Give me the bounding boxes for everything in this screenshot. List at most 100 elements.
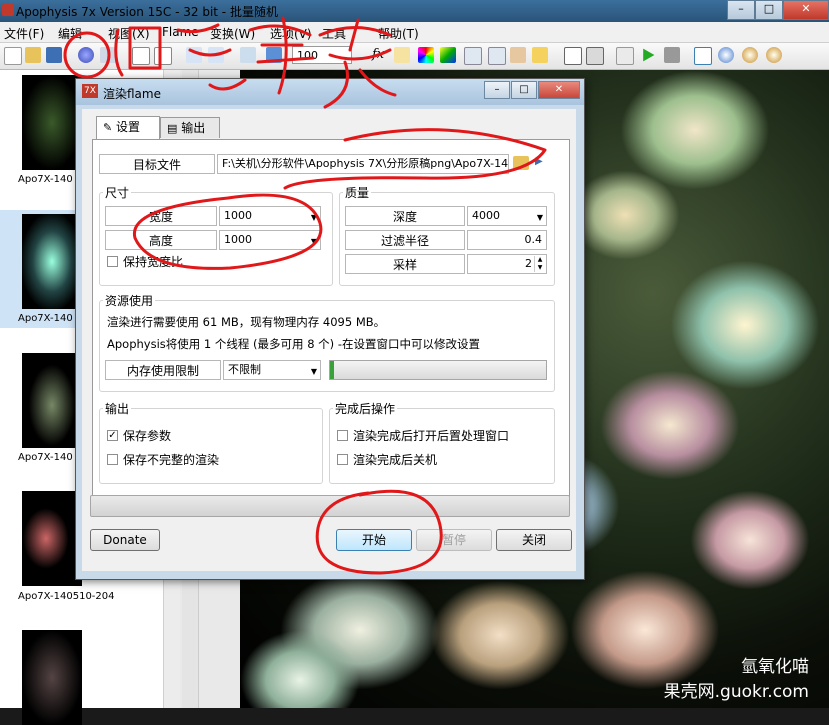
render-progress-bar xyxy=(90,495,570,517)
thumbnail-5[interactable] xyxy=(22,630,82,725)
fx-icon[interactable]: fx xyxy=(372,47,384,62)
height-combo[interactable]: 1000 ▼ xyxy=(219,230,321,250)
frame-icon[interactable] xyxy=(586,47,604,65)
minimize-button[interactable]: – xyxy=(727,0,755,20)
palette-icon[interactable] xyxy=(418,47,434,63)
settings-tab-icon: ✎ xyxy=(103,121,113,134)
chevron-down-icon: ▼ xyxy=(310,367,317,376)
memory-limit-value: 不限制 xyxy=(228,363,261,376)
zoom-field[interactable]: 100 xyxy=(292,46,352,64)
save-incomplete-checkbox[interactable] xyxy=(107,454,118,465)
main-titlebar: Apophysis 7x Version 15C - 32 bit - 批量随机… xyxy=(0,0,829,22)
edit-icon[interactable] xyxy=(394,47,410,63)
keep-ratio-checkbox[interactable] xyxy=(107,256,118,267)
fullscreen-icon[interactable] xyxy=(132,47,150,65)
center-icon[interactable] xyxy=(564,47,582,65)
app-icon xyxy=(2,4,14,16)
render-gear-icon[interactable] xyxy=(78,47,94,63)
menu-flame[interactable]: Flame xyxy=(162,25,199,39)
arrow-right-icon[interactable]: ▶ xyxy=(535,156,543,167)
pause-button[interactable]: 暂停 xyxy=(416,529,492,551)
filter-radius-input[interactable]: 0.4 xyxy=(467,230,547,250)
undo-icon[interactable] xyxy=(186,47,202,63)
dialog-controls: – □ ✕ xyxy=(483,81,580,99)
thumbnail-label: Apo7X-140 xyxy=(18,313,73,324)
browse-folder-icon[interactable] xyxy=(513,156,529,170)
memory-usage-bar xyxy=(329,360,547,380)
thumbnail-label: Apo7X-140510-204 xyxy=(18,591,115,602)
shutdown-checkbox[interactable] xyxy=(337,454,348,465)
start-button[interactable]: 开始 xyxy=(336,529,412,551)
maximize-button[interactable]: □ xyxy=(755,0,783,20)
menu-edit[interactable]: 编辑 xyxy=(58,25,82,42)
samples-input[interactable]: 2 ▲ ▼ xyxy=(467,254,547,274)
messages-icon[interactable] xyxy=(616,47,634,65)
thumbnail-3[interactable] xyxy=(22,353,82,448)
flower-shape xyxy=(690,490,810,590)
flower-shape xyxy=(600,370,740,480)
new-file-icon[interactable] xyxy=(4,47,22,65)
menu-options[interactable]: 选项(V) xyxy=(270,25,312,42)
shutdown-label: 渲染完成后关机 xyxy=(353,453,438,467)
save-params-checkbox[interactable]: ✓ xyxy=(107,430,118,441)
render-dialog: 7X 渲染flame – □ ✕ ✎ 设置 ▤ 输出 目标文件 F:\关机\分形… xyxy=(75,78,585,580)
dialog-minimize-button[interactable]: – xyxy=(484,81,510,99)
flower-shape xyxy=(670,260,820,390)
flower-shape xyxy=(570,570,720,690)
depth-combo[interactable]: 4000 ▼ xyxy=(467,206,547,226)
thumbnail-label: Apo7X-140 xyxy=(18,174,73,185)
tile-icon[interactable] xyxy=(488,47,506,65)
dialog-icon: 7X xyxy=(82,84,98,98)
samples-label: 采样 xyxy=(345,254,465,274)
watermark-author: 氫氧化喵 xyxy=(741,657,809,677)
rotate-icon[interactable] xyxy=(718,47,734,63)
play-icon[interactable] xyxy=(643,48,655,62)
dialog-close-button[interactable]: ✕ xyxy=(538,81,580,99)
menu-tools[interactable]: 工具 xyxy=(322,25,346,42)
redo-icon[interactable] xyxy=(208,47,224,63)
save-icon[interactable] xyxy=(46,47,62,63)
zoom-in-icon[interactable] xyxy=(742,47,758,63)
plugin-icon[interactable] xyxy=(532,47,548,63)
stop-icon[interactable] xyxy=(664,47,680,63)
adjust-icon[interactable] xyxy=(266,47,282,63)
zoom-out-icon[interactable] xyxy=(766,47,782,63)
editor-icon[interactable] xyxy=(240,47,256,63)
width-combo[interactable]: 1000 ▼ xyxy=(219,206,321,226)
thumbnail-2[interactable] xyxy=(22,214,82,309)
menu-file[interactable]: 文件(F) xyxy=(4,25,44,42)
open-postprocess-checkbox[interactable] xyxy=(337,430,348,441)
window-controls: – □ ✕ xyxy=(727,0,829,20)
after-render-group xyxy=(329,408,555,484)
menu-transform[interactable]: 变换(W) xyxy=(210,25,255,42)
dialog-maximize-button[interactable]: □ xyxy=(511,81,537,99)
memory-limit-combo[interactable]: 不限制 ▼ xyxy=(223,360,321,380)
watermark-site: 果壳网.guokr.com xyxy=(663,682,809,702)
menu-help[interactable]: 帮助(T) xyxy=(378,25,419,42)
depth-label: 深度 xyxy=(345,206,465,226)
thumbnail-label: Apo7X-140 xyxy=(18,452,73,463)
script-icon[interactable] xyxy=(510,47,526,63)
tab-output[interactable]: ▤ 输出 xyxy=(160,117,220,138)
resources-group-title: 资源使用 xyxy=(103,292,156,309)
menu-view[interactable]: 视图(X) xyxy=(108,25,150,42)
spinner-arrows-icon[interactable]: ▲ ▼ xyxy=(534,256,545,272)
open-folder-icon[interactable] xyxy=(25,47,41,63)
target-file-input[interactable]: F:\关机\分形软件\Apophysis 7X\分形原稿png\Apo7X-14 xyxy=(217,154,509,174)
memory-limit-label: 内存使用限制 xyxy=(105,360,221,380)
donate-button[interactable]: Donate xyxy=(90,529,160,551)
gradient-icon[interactable] xyxy=(440,47,456,63)
batch-render-icon[interactable] xyxy=(100,47,116,63)
mutate-icon[interactable] xyxy=(464,47,482,65)
close-window-button[interactable]: ✕ xyxy=(783,0,829,20)
tab-settings[interactable]: ✎ 设置 xyxy=(96,116,160,139)
close-button[interactable]: 关闭 xyxy=(496,529,572,551)
depth-value: 4000 xyxy=(472,209,500,222)
grid-view-icon[interactable] xyxy=(154,47,172,65)
pointer-icon[interactable] xyxy=(694,47,712,65)
width-label: 宽度 xyxy=(105,206,217,226)
output-group xyxy=(99,408,323,484)
samples-value: 2 xyxy=(525,257,532,270)
thumbnail-4[interactable] xyxy=(22,491,82,586)
thumbnail-1[interactable] xyxy=(22,75,82,170)
